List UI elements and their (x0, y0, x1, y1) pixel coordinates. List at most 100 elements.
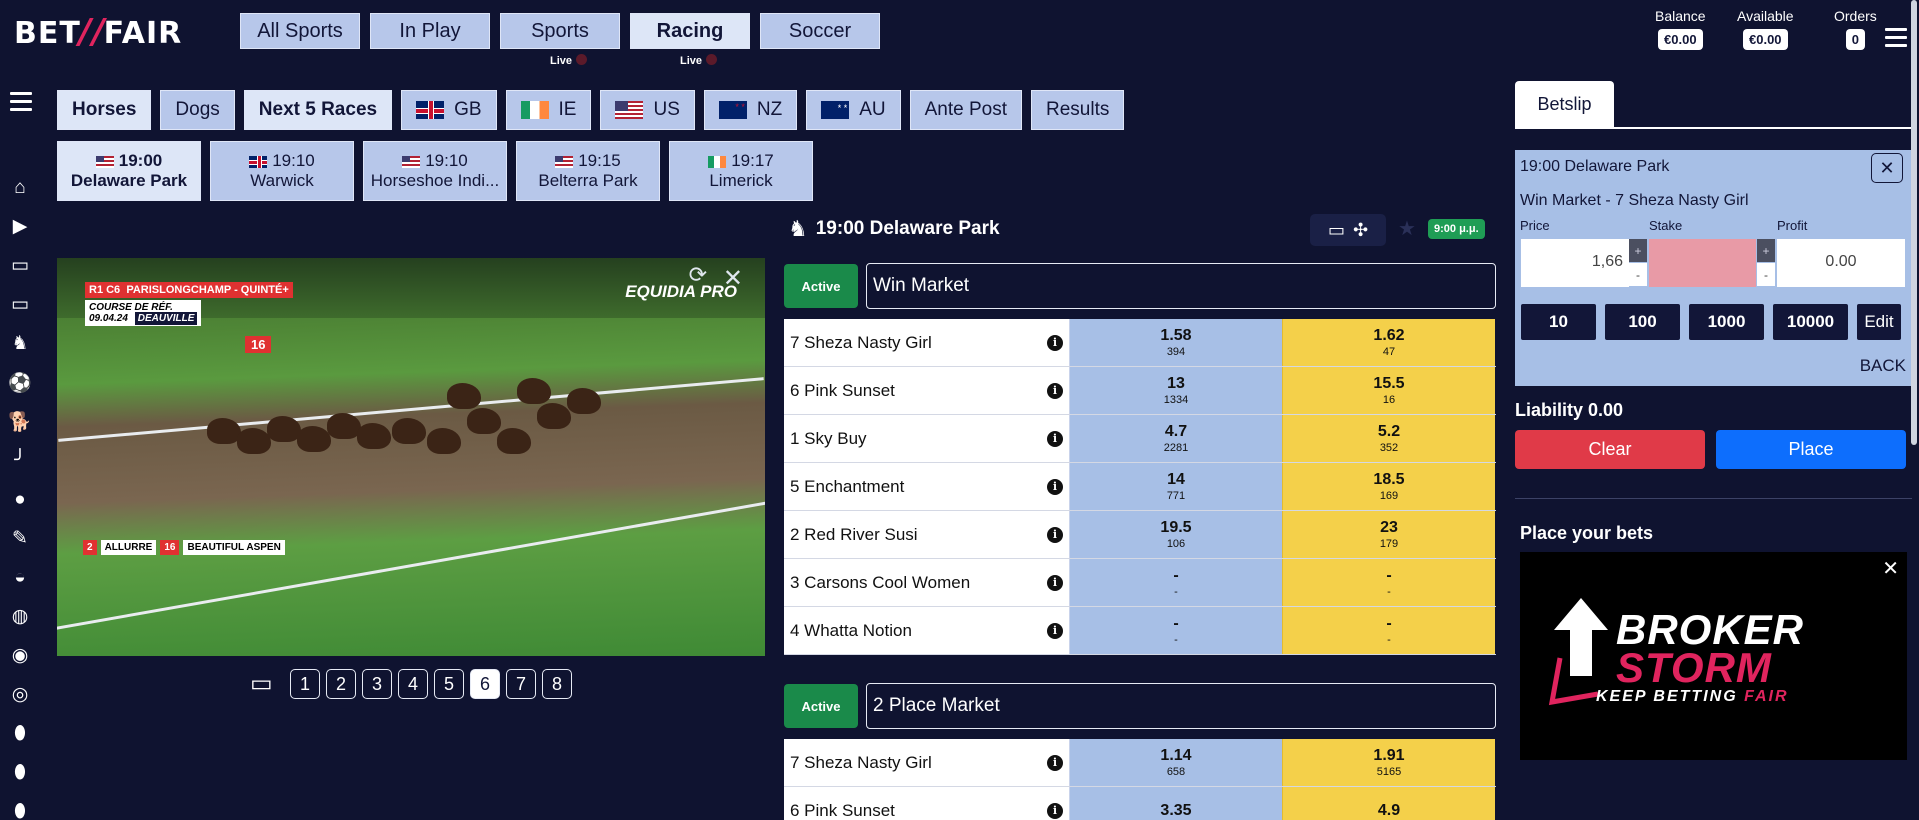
stream-page-button[interactable]: 4 (398, 669, 428, 699)
info-icon[interactable]: i (1047, 382, 1063, 399)
lay-odds-button[interactable]: 1.62 47 (1282, 319, 1495, 366)
close-stream-icon[interactable]: ✕ (723, 264, 743, 293)
play-icon[interactable]: ▶ (8, 215, 32, 238)
subnav-nz[interactable]: NZ (703, 90, 798, 130)
tennis-icon[interactable]: ● (8, 488, 32, 511)
tv-icon[interactable]: ▭ (8, 254, 32, 277)
quick-stake-button[interactable]: 10 (1521, 304, 1596, 340)
main-menu-icon[interactable] (1885, 28, 1907, 52)
info-icon[interactable]: i (1047, 526, 1063, 543)
subnav-horses[interactable]: Horses (57, 90, 152, 130)
close-ad-icon[interactable]: ✕ (1882, 556, 1899, 581)
darts-icon[interactable]: ◎ (8, 683, 32, 706)
stream-page-button[interactable]: 3 (362, 669, 392, 699)
back-odds-button[interactable]: 19.5 106 (1069, 511, 1282, 558)
cricket-icon[interactable]: ✎ (8, 527, 32, 550)
subnav-au[interactable]: AU (806, 90, 901, 130)
stream-page-button[interactable]: 7 (506, 669, 536, 699)
tab-sports[interactable]: Sports Live (500, 13, 620, 67)
quick-stake-button[interactable]: 1000 (1689, 304, 1764, 340)
rugby-union-icon[interactable]: ⬮ (8, 722, 32, 745)
tab-in-play[interactable]: In Play (370, 13, 490, 49)
lay-odds-button[interactable]: 18.5 169 (1282, 463, 1495, 510)
tv-toggle-icon[interactable]: ▭ (1328, 220, 1345, 241)
back-odds-button[interactable]: 1.14 658 (1069, 739, 1282, 786)
back-odds-button[interactable]: 14 771 (1069, 463, 1282, 510)
race-card[interactable]: 19:17 Limerick (669, 141, 813, 201)
info-icon[interactable]: i (1047, 754, 1063, 771)
orders-count[interactable]: 0 (1845, 29, 1866, 50)
page-scrollbar[interactable] (1911, 0, 1917, 445)
lay-odds-button[interactable]: -- (1282, 559, 1495, 606)
tab-betslip[interactable]: Betslip (1515, 81, 1614, 127)
info-icon[interactable]: i (1047, 802, 1063, 819)
back-odds-button[interactable]: -- (1069, 607, 1282, 654)
hockey-icon[interactable]: ╯ (8, 449, 32, 472)
basketball-icon[interactable]: ◍ (8, 605, 32, 628)
horse-racing-icon[interactable]: ♞ (8, 332, 32, 355)
stream-page-button[interactable]: 2 (326, 669, 356, 699)
info-icon[interactable]: i (1047, 334, 1063, 351)
collapse-icon[interactable]: ✣ (1353, 220, 1368, 241)
price-stepper[interactable]: + - (1629, 239, 1647, 287)
race-card[interactable]: 19:00 Delaware Park (57, 141, 201, 201)
quick-stake-button[interactable]: 100 (1605, 304, 1680, 340)
tab-racing[interactable]: Racing Live (630, 13, 750, 67)
tv-stream-icon[interactable]: ▭ (250, 672, 280, 696)
live-stream-player[interactable]: R1 C6 PARISLONGCHAMP - QUINTÉ+ COURSE DE… (57, 258, 765, 656)
back-odds-button[interactable]: -- (1069, 559, 1282, 606)
subnav-us[interactable]: US (600, 90, 695, 130)
stream-page-button[interactable]: 5 (434, 669, 464, 699)
back-odds-button[interactable]: 4.7 2281 (1069, 415, 1282, 462)
orders-widget[interactable]: Orders 0 (1834, 8, 1877, 50)
info-icon[interactable]: i (1047, 622, 1063, 639)
quick-stake-button[interactable]: 10000 (1773, 304, 1848, 340)
tab-all-sports[interactable]: All Sports (240, 13, 360, 49)
back-odds-button[interactable]: 3.35 (1069, 787, 1282, 820)
remove-bet-close-icon[interactable]: ✕ (1871, 153, 1903, 183)
clear-button[interactable]: Clear (1515, 430, 1705, 469)
race-card[interactable]: 19:10 Horseshoe Indi... (363, 141, 507, 201)
lay-odds-button[interactable]: 23 179 (1282, 511, 1495, 558)
subnav-next-5-races[interactable]: Next 5 Races (243, 90, 393, 130)
lay-odds-button[interactable]: 15.5 16 (1282, 367, 1495, 414)
edit-stakes-button[interactable]: Edit (1857, 304, 1901, 340)
greyhound-icon[interactable]: 🐕 (8, 410, 32, 433)
stake-stepper[interactable]: + - (1757, 239, 1775, 287)
stream-page-button[interactable]: 8 (542, 669, 572, 699)
subnav-results[interactable]: Results (1031, 90, 1125, 130)
subnav-gb[interactable]: GB (401, 90, 497, 130)
info-icon[interactable]: i (1047, 478, 1063, 495)
favourite-star-icon[interactable]: ★ (1398, 216, 1416, 241)
market-name[interactable]: Win Market (866, 263, 1496, 309)
monitor-icon[interactable]: ▭ (8, 293, 32, 316)
sidebar-toggle-icon[interactable] (10, 92, 32, 116)
race-card[interactable]: 19:15 Belterra Park (516, 141, 660, 201)
american-football-icon[interactable]: ◒ (8, 566, 32, 589)
refresh-stream-icon[interactable]: ⟳ (689, 262, 707, 288)
subnav-ie[interactable]: IE (505, 90, 592, 130)
back-odds-button[interactable]: 1.58 394 (1069, 319, 1282, 366)
lay-odds-button[interactable]: 4.9 (1282, 787, 1495, 820)
market-name[interactable]: 2 Place Market (866, 683, 1496, 729)
price-input[interactable]: 1,66 (1521, 239, 1629, 287)
lay-odds-button[interactable]: -- (1282, 607, 1495, 654)
lay-odds-button[interactable]: 5.2 352 (1282, 415, 1495, 462)
back-odds-button[interactable]: 13 1334 (1069, 367, 1282, 414)
stake-input[interactable] (1649, 239, 1756, 287)
brand-logo[interactable]: BET//FAIR (14, 12, 182, 52)
subnav-dogs[interactable]: Dogs (160, 90, 235, 130)
tab-soccer[interactable]: Soccer (760, 13, 880, 49)
lay-odds-button[interactable]: 1.91 5165 (1282, 739, 1495, 786)
rugby-league-icon[interactable]: ⬮ (8, 761, 32, 784)
stream-page-button[interactable]: 1 (290, 669, 320, 699)
broker-storm-ad[interactable]: BROKER STORM KEEP BETTING FAIR ✕ (1520, 552, 1907, 760)
soccer-icon[interactable]: ⚽ (8, 371, 32, 394)
snooker-icon[interactable]: ◉ (8, 644, 32, 667)
stream-page-button[interactable]: 6 (470, 669, 500, 699)
home-icon[interactable]: ⌂ (8, 176, 32, 199)
info-icon[interactable]: i (1047, 574, 1063, 591)
race-card[interactable]: 19:10 Warwick (210, 141, 354, 201)
gaelic-icon[interactable]: ⬮ (8, 800, 32, 820)
subnav-ante-post[interactable]: Ante Post (909, 90, 1023, 130)
